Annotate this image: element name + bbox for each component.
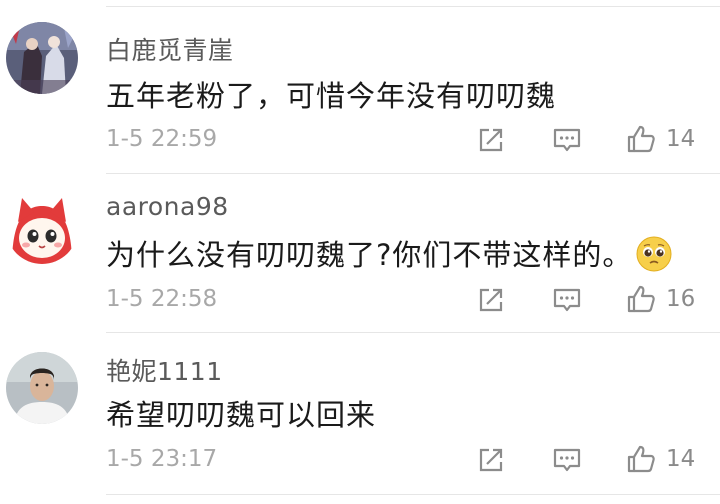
share-icon[interactable] [476, 285, 506, 315]
username[interactable]: 白鹿觅青崖 [106, 31, 234, 67]
comment-item: 白鹿觅青崖 五年老粉了，可惜今年没有叨叨魏 1-5 22:59 14 [0, 0, 720, 160]
pleading-face-emoji [636, 236, 672, 272]
timestamp: 1-5 22:58 [106, 286, 218, 312]
thumbs-up-icon[interactable] [626, 124, 656, 154]
comment-text: 希望叨叨魏可以回来 [106, 398, 377, 432]
comment-item: 艳妮1111 希望叨叨魏可以回来 1-5 23:17 14 [0, 320, 720, 480]
like-count: 14 [666, 446, 696, 472]
thumbs-up-icon[interactable] [626, 284, 656, 314]
reply-comment-icon[interactable] [552, 285, 582, 315]
username[interactable]: aarona98 [106, 192, 229, 221]
thumbs-up-icon[interactable] [626, 444, 656, 474]
like-count: 16 [666, 286, 696, 312]
divider [106, 494, 720, 495]
reply-comment-icon[interactable] [552, 125, 582, 155]
reply-comment-icon[interactable] [552, 445, 582, 475]
avatar[interactable] [6, 22, 78, 94]
comment-text: 五年老粉了，可惜今年没有叨叨魏 [106, 79, 557, 113]
avatar[interactable] [6, 352, 78, 424]
comment-item: aarona98 为什么没有叨叨魏了?你们不带这样的。 1-5 22:58 16 [0, 160, 720, 320]
comment-text: 为什么没有叨叨魏了?你们不带这样的。 [106, 232, 672, 275]
share-icon[interactable] [476, 125, 506, 155]
username[interactable]: 艳妮1111 [106, 352, 223, 388]
share-icon[interactable] [476, 445, 506, 475]
avatar[interactable] [6, 192, 78, 264]
like-count: 14 [666, 126, 696, 152]
timestamp: 1-5 22:59 [106, 126, 218, 152]
timestamp: 1-5 23:17 [106, 446, 218, 472]
comment-text-content: 为什么没有叨叨魏了?你们不带这样的。 [106, 238, 633, 272]
